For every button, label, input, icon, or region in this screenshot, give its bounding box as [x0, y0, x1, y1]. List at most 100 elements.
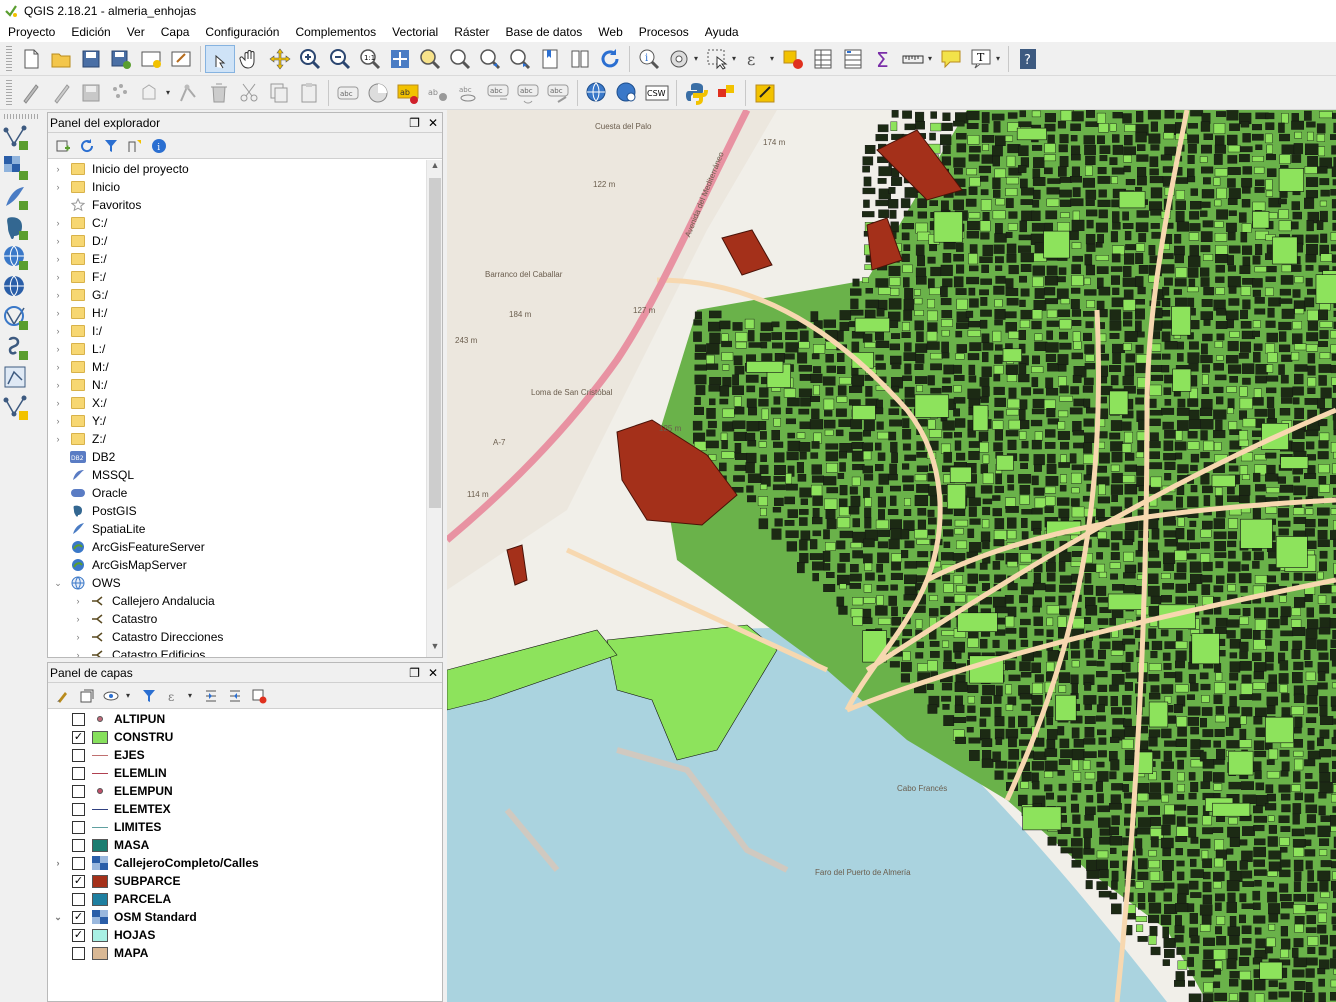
explorer-item[interactable]: › C:/	[48, 214, 426, 232]
collapse-all-icon[interactable]	[226, 687, 244, 705]
scrollbar-thumb[interactable]	[429, 178, 441, 508]
toolbar-grip[interactable]	[4, 114, 40, 119]
explorer-item[interactable]: Oracle	[48, 484, 426, 502]
chevron-down-icon[interactable]: ▾	[996, 54, 1004, 63]
info-icon[interactable]: i	[150, 137, 168, 155]
explorer-item[interactable]: ⌄ OWS	[48, 574, 426, 592]
explorer-item[interactable]: › G:/	[48, 286, 426, 304]
show-bookmarks-icon[interactable]	[565, 45, 595, 73]
add-feature-icon[interactable]	[106, 79, 136, 107]
pan-icon[interactable]	[235, 45, 265, 73]
explorer-item[interactable]: › L:/	[48, 340, 426, 358]
zoom-last-icon[interactable]	[475, 45, 505, 73]
explorer-item[interactable]: › H:/	[48, 304, 426, 322]
chevron-right-icon[interactable]: ›	[52, 398, 64, 408]
attribute-table-icon[interactable]	[808, 45, 838, 73]
chevron-right-icon[interactable]: ›	[52, 434, 64, 444]
explorer-item[interactable]: PostGIS	[48, 502, 426, 520]
chevron-right-icon[interactable]: ›	[72, 650, 84, 657]
layer-visibility-checkbox[interactable]	[72, 802, 85, 816]
annotation-icon[interactable]: T	[966, 45, 996, 73]
toolbar-grip[interactable]	[6, 45, 12, 72]
paste-features-icon[interactable]	[294, 79, 324, 107]
map-canvas[interactable]: Cuesta del Palo Barranco del Caballar Lo…	[447, 110, 1336, 1002]
plugin-icon[interactable]	[711, 79, 741, 107]
undock-icon[interactable]: ❐	[409, 116, 420, 130]
chevron-right-icon[interactable]: ›	[72, 614, 84, 624]
close-icon[interactable]: ✕	[428, 666, 438, 680]
deselect-icon[interactable]	[778, 45, 808, 73]
measure-icon[interactable]	[898, 45, 928, 73]
layer-visibility-checkbox[interactable]	[72, 856, 85, 870]
new-project-icon[interactable]	[16, 45, 46, 73]
scroll-up-icon[interactable]: ▲	[427, 160, 443, 176]
zoom-full-icon[interactable]	[385, 45, 415, 73]
visibility-icon[interactable]	[102, 687, 120, 705]
layer-visibility-checkbox[interactable]	[72, 892, 85, 906]
explorer-item[interactable]: › N:/	[48, 376, 426, 394]
chevron-down-icon[interactable]: ⌄	[52, 912, 64, 923]
chevron-right-icon[interactable]: ›	[72, 596, 84, 606]
add-wcs-layer-icon[interactable]	[2, 273, 38, 303]
action-icon[interactable]	[664, 45, 694, 73]
layer-row[interactable]: › CallejeroCompleto/Calles	[48, 854, 442, 872]
pan-to-selection-icon[interactable]	[265, 45, 295, 73]
save-edits-icon[interactable]	[76, 79, 106, 107]
filter-legend-icon[interactable]	[140, 687, 158, 705]
explorer-scrollbar[interactable]: ▲ ▼	[426, 160, 442, 657]
menu-configuracion[interactable]: Configuración	[197, 22, 287, 42]
zoom-layer-icon[interactable]	[445, 45, 475, 73]
metasearch-icon[interactable]	[612, 79, 642, 107]
identify-icon[interactable]: i	[634, 45, 664, 73]
new-shapefile-layer-icon[interactable]	[2, 393, 38, 423]
layer-visibility-checkbox[interactable]	[72, 838, 85, 852]
add-raster-layer-icon[interactable]	[2, 153, 38, 183]
pan-touch-icon[interactable]	[205, 44, 235, 73]
toolbar-grip[interactable]	[6, 79, 12, 106]
zoom-in-icon[interactable]	[295, 45, 325, 73]
explorer-item[interactable]: › Callejero Andalucia	[48, 592, 426, 610]
georeferencer-icon[interactable]	[750, 79, 780, 107]
new-print-composer-icon[interactable]	[136, 45, 166, 73]
chevron-right-icon[interactable]: ›	[52, 236, 64, 246]
layer-visibility-checkbox[interactable]	[72, 712, 85, 726]
explorer-item[interactable]: › Y:/	[48, 412, 426, 430]
add-delimited-text-layer-icon[interactable]	[2, 333, 38, 363]
menu-complementos[interactable]: Complementos	[287, 22, 384, 42]
layer-row[interactable]: ELEMLIN	[48, 764, 442, 782]
explorer-item[interactable]: MSSQL	[48, 466, 426, 484]
layer-row[interactable]: ⌄ ✓ OSM Standard	[48, 908, 442, 926]
explorer-tree[interactable]: › Inicio del proyecto › Inicio Favoritos › C:/…	[48, 160, 426, 657]
explorer-item[interactable]: › Inicio del proyecto	[48, 160, 426, 178]
explorer-item[interactable]: › I:/	[48, 322, 426, 340]
menu-capa[interactable]: Capa	[153, 22, 198, 42]
rotate-label-icon[interactable]: abc	[513, 79, 543, 107]
copy-features-icon[interactable]	[264, 79, 294, 107]
layer-visibility-checkbox[interactable]	[72, 748, 85, 762]
field-calculator-icon[interactable]	[838, 45, 868, 73]
menu-ayuda[interactable]: Ayuda	[697, 22, 747, 42]
scroll-down-icon[interactable]: ▼	[427, 641, 443, 657]
layer-visibility-checkbox[interactable]: ✓	[72, 874, 85, 888]
chevron-right-icon[interactable]: ›	[52, 308, 64, 318]
menu-base-de-datos[interactable]: Base de datos	[498, 22, 591, 42]
collapse-all-icon[interactable]	[126, 137, 144, 155]
add-postgis-layer-icon[interactable]	[2, 213, 38, 243]
delete-selected-icon[interactable]	[204, 79, 234, 107]
filter-icon[interactable]	[102, 137, 120, 155]
menu-procesos[interactable]: Procesos	[631, 22, 697, 42]
layer-visibility-checkbox[interactable]: ✓	[72, 910, 85, 924]
explorer-item[interactable]: › X:/	[48, 394, 426, 412]
menu-ver[interactable]: Ver	[119, 22, 153, 42]
map-tips-icon[interactable]	[936, 45, 966, 73]
chevron-right-icon[interactable]: ›	[52, 218, 64, 228]
explorer-item[interactable]: › F:/	[48, 268, 426, 286]
undock-icon[interactable]: ❐	[409, 666, 420, 680]
save-as-icon[interactable]	[106, 45, 136, 73]
add-group-icon[interactable]	[78, 687, 96, 705]
layer-row[interactable]: LIMITES	[48, 818, 442, 836]
explorer-item[interactable]: › Catastro Edificios	[48, 646, 426, 657]
zoom-out-icon[interactable]	[325, 45, 355, 73]
layer-row[interactable]: ALTIPUN	[48, 710, 442, 728]
wms-search-icon[interactable]	[582, 79, 612, 107]
